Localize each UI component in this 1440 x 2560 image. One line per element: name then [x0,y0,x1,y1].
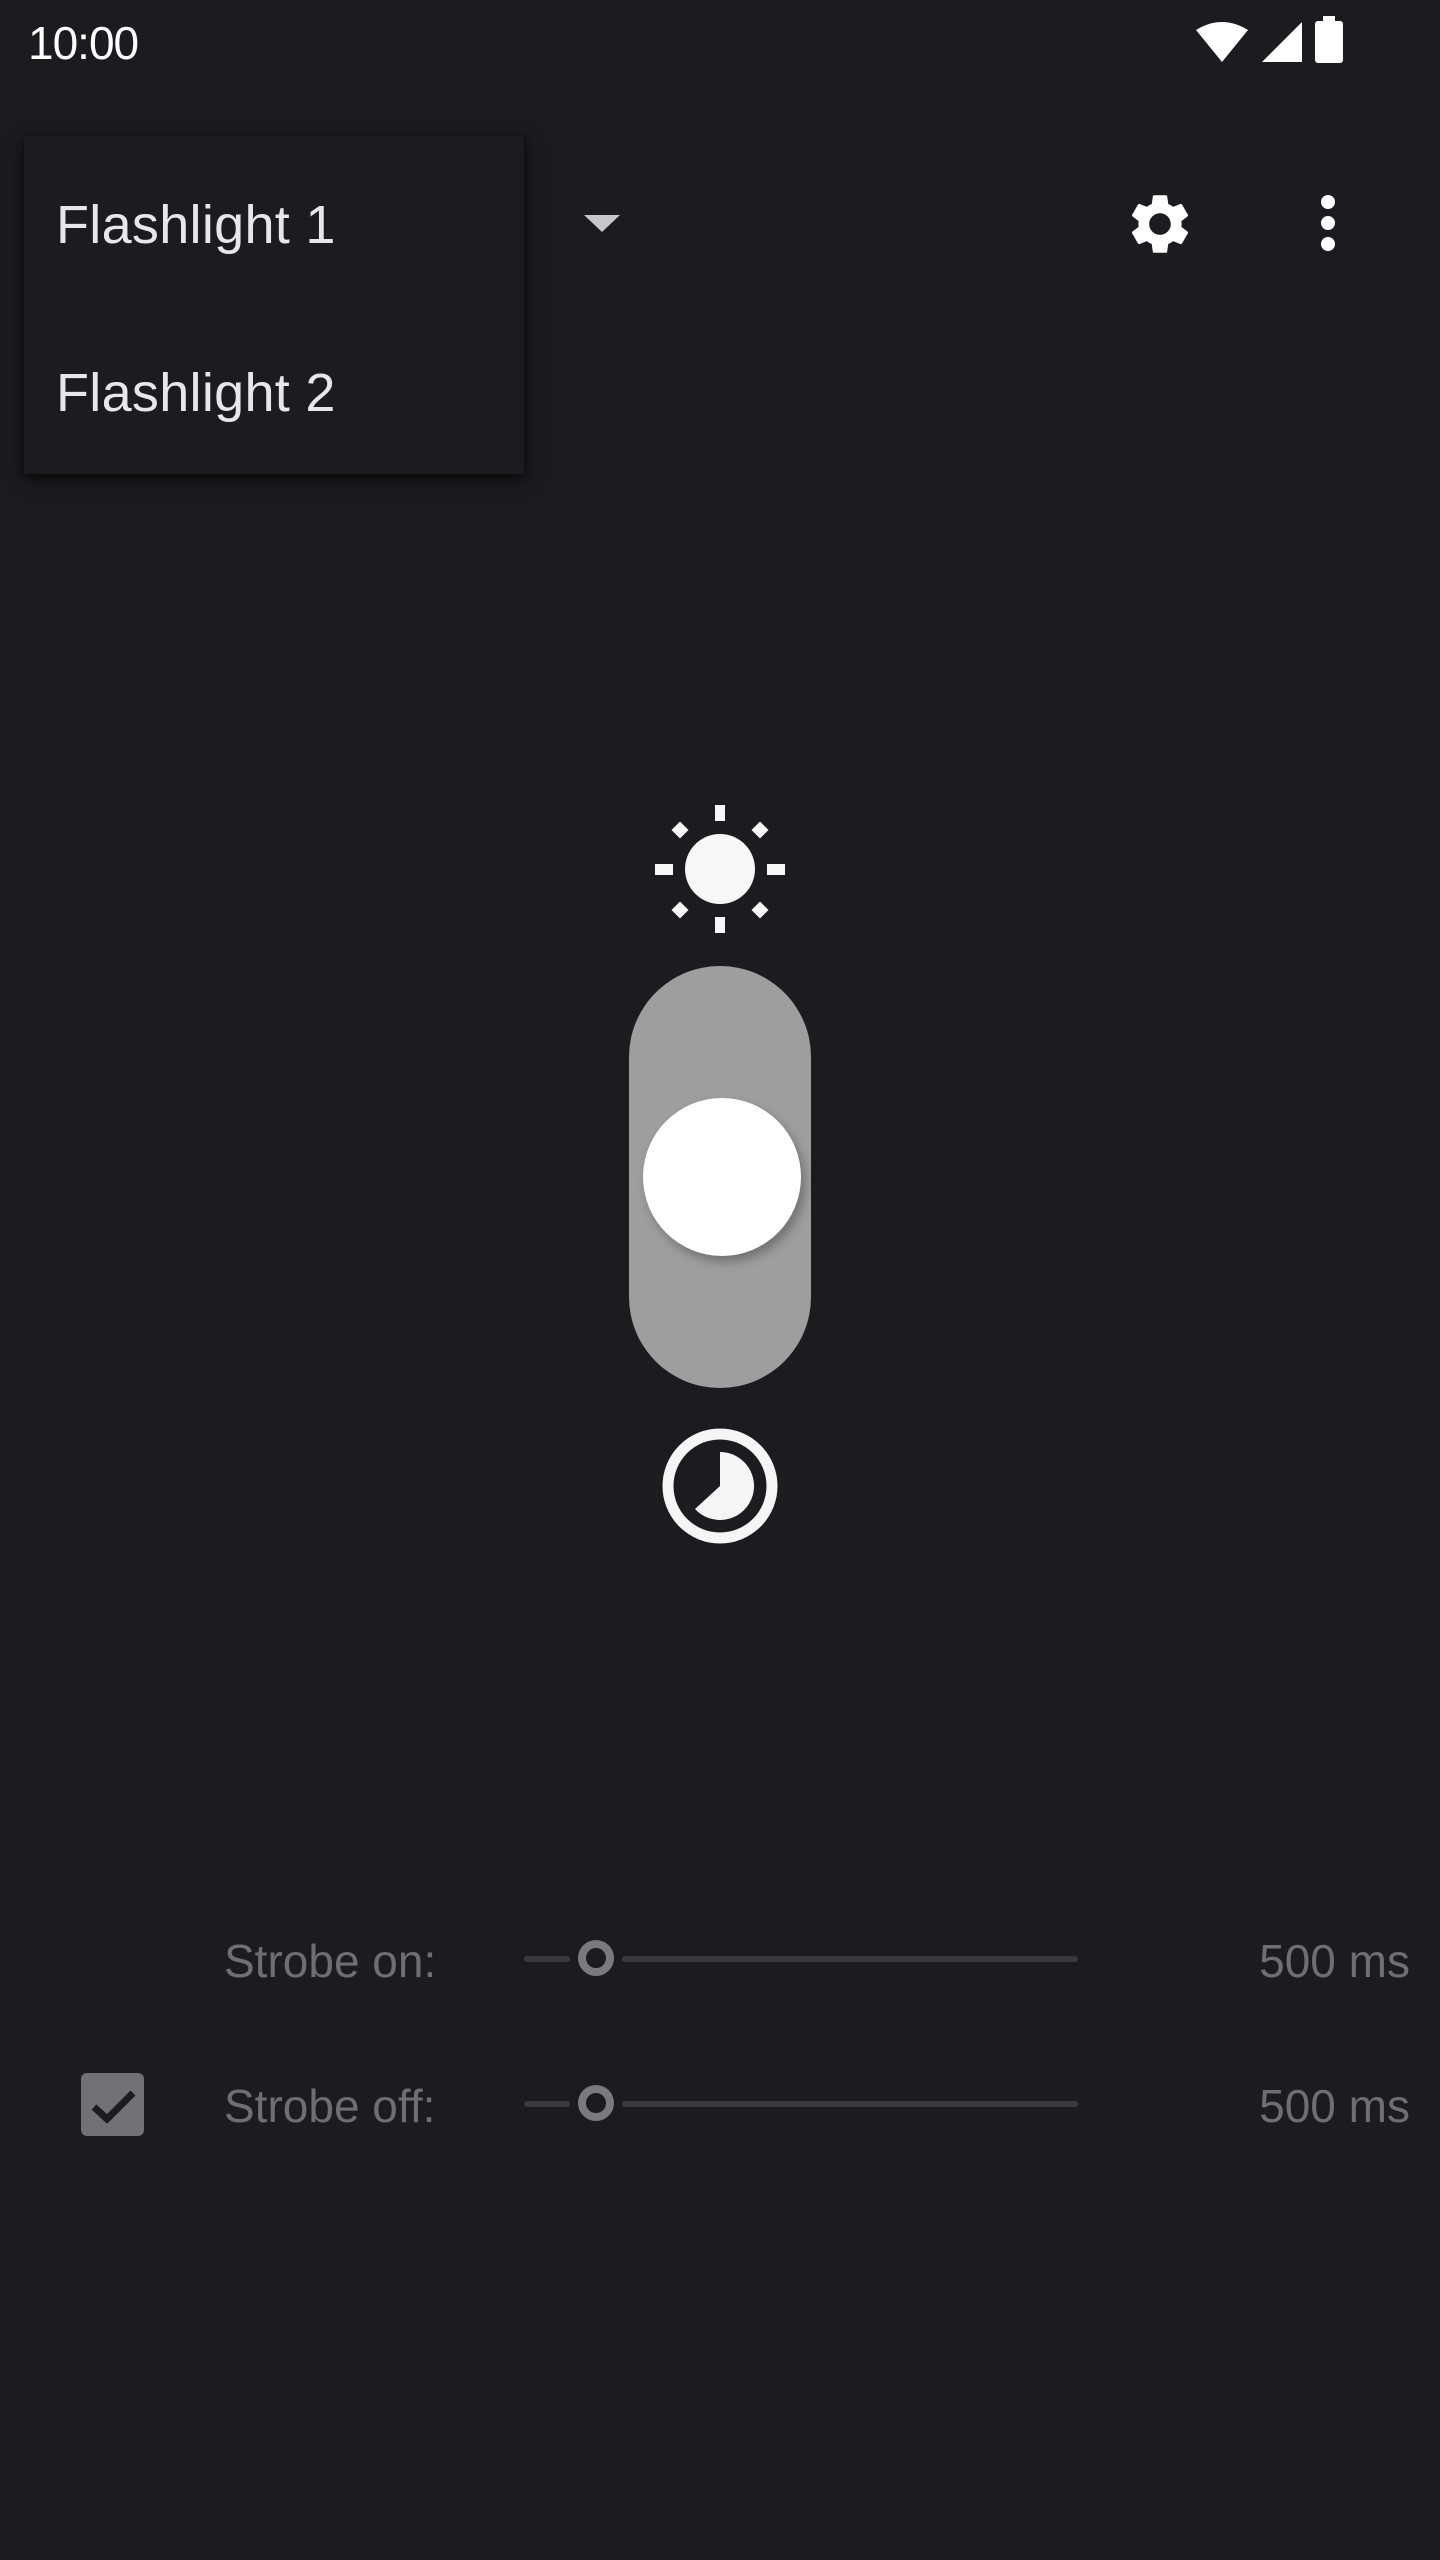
strobe-off-slider[interactable] [524,2084,1078,2124]
timer-icon[interactable] [658,1424,782,1548]
dropdown-option-flashlight-1[interactable]: Flashlight 1 [56,194,336,256]
strobe-off-value: 500 ms [1259,2080,1410,2132]
strobe-on-slider[interactable] [524,1939,1078,1979]
checkmark-icon [91,2090,135,2124]
gear-icon [1131,195,1189,253]
cellular-signal-icon [1262,22,1302,62]
slider-track-left [524,1956,571,1962]
power-switch[interactable] [629,966,811,1388]
settings-button[interactable] [1112,176,1208,272]
strobe-on-value: 500 ms [1259,1935,1410,1987]
dropdown-option-flashlight-2[interactable]: Flashlight 2 [56,362,336,424]
battery-icon [1315,16,1343,63]
strobe-off-label: Strobe off: [224,2080,436,2132]
status-time: 10:00 [28,17,139,69]
strobe-on-label: Strobe on: [224,1935,437,1987]
slider-thumb[interactable] [578,1940,615,1976]
more-options-button[interactable] [1280,176,1376,272]
wifi-icon [1196,22,1248,62]
slider-track-left [524,2101,571,2107]
power-switch-thumb[interactable] [643,1098,801,1256]
slider-track-right [622,1956,1078,1962]
status-icons [1194,16,1344,64]
strobe-enable-checkbox[interactable] [81,2073,144,2136]
dropdown-arrow-icon[interactable] [584,215,620,232]
slider-track-right [622,2101,1078,2107]
slider-thumb[interactable] [578,2085,615,2121]
sun-icon[interactable] [650,800,790,940]
flashlight-dropdown-menu[interactable]: Flashlight 1 Flashlight 2 [24,136,524,474]
more-vert-icon [1321,195,1335,251]
